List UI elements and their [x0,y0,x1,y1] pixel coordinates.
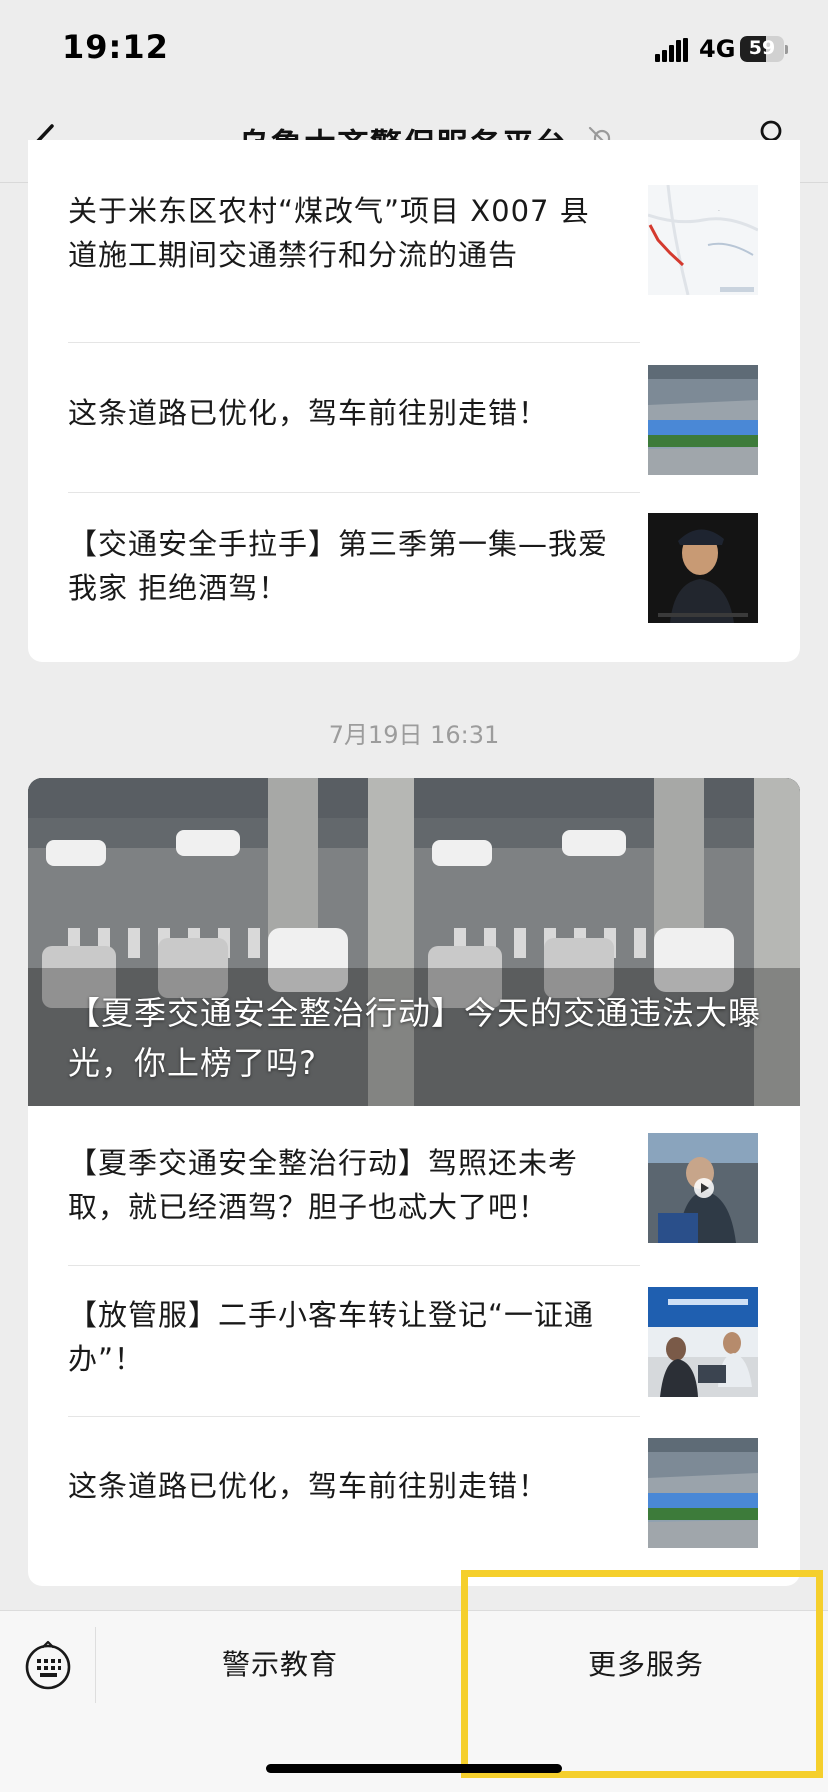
article-title: 这条道路已优化，驾车前往别走错！ [68,396,549,430]
signal-icon [655,38,688,62]
article-item[interactable]: 【交通安全手拉手】第三季第一集—我爱我家 拒绝酒驾！ [68,510,758,625]
hero-title: 【夏季交通安全整治行动】今天的交通违法大曝光，你上榜了吗? [68,994,762,1082]
divider [68,1265,640,1266]
hero-article[interactable]: 【夏季交通安全整治行动】今天的交通违法大曝光，你上榜了吗? [28,778,800,1106]
status-time: 19:12 [62,28,169,66]
network-type-label: 4G [699,35,736,63]
article-item[interactable]: 这条道路已优化，驾车前往别走错！ [68,1438,758,1548]
article-item[interactable]: 关于米东区农村“煤改气”项目 X007 县道施工期间交通禁行和分流的通告 · [68,175,758,295]
article-item[interactable]: 这条道路已优化，驾车前往别走错！ [68,365,758,475]
article-card: 关于米东区农村“煤改气”项目 X007 县道施工期间交通禁行和分流的通告 · 这… [28,140,800,662]
divider [68,342,640,343]
traffic-police-video-thumbnail [648,1133,758,1243]
battery-level: 59 [748,37,776,59]
map-thumbnail: · [648,185,758,295]
svg-text:·: · [718,208,720,215]
article-item[interactable]: 【夏季交通安全整治行动】驾照还未考取，就已经酒驾？胆子也忒大了吧！ [68,1133,758,1243]
road-photo-thumbnail [648,1438,758,1548]
battery-icon: 59 [740,36,788,62]
article-title: 【放管服】二手小客车转让登记“一证通办”！ [68,1298,595,1376]
divider [68,1416,640,1417]
official-account-chat-screen: 19:12 4G 59 乌鲁木齐警保服务平台 [0,0,828,1792]
article-title: 【交通安全手拉手】第三季第一集—我爱我家 拒绝酒驾！ [68,527,609,605]
service-hall-thumbnail [648,1287,758,1397]
road-photo-thumbnail [648,365,758,475]
article-item[interactable]: 【放管服】二手小客车转让登记“一证通办”！ [68,1283,758,1397]
menu-divider [95,1627,96,1703]
menu-item-warning-education[interactable]: 警示教育 [222,1643,338,1683]
highlight-box [461,1570,823,1778]
article-title: 【夏季交通安全整治行动】驾照还未考取，就已经酒驾？胆子也忒大了吧！ [68,1146,579,1224]
divider [68,492,640,493]
article-title: 关于米东区农村“煤改气”项目 X007 县道施工期间交通禁行和分流的通告 [68,194,590,272]
home-indicator [266,1764,562,1773]
keyboard-icon[interactable] [24,1639,72,1691]
status-bar: 19:12 4G 59 [0,0,828,100]
article-card: 【夏季交通安全整治行动】今天的交通违法大曝光，你上榜了吗? 【夏季交通安全整治行… [28,778,800,1586]
message-timestamp: 7月19日 16:31 [328,721,500,749]
child-police-video-thumbnail [648,513,758,623]
article-title: 这条道路已优化，驾车前往别走错！ [68,1469,549,1503]
